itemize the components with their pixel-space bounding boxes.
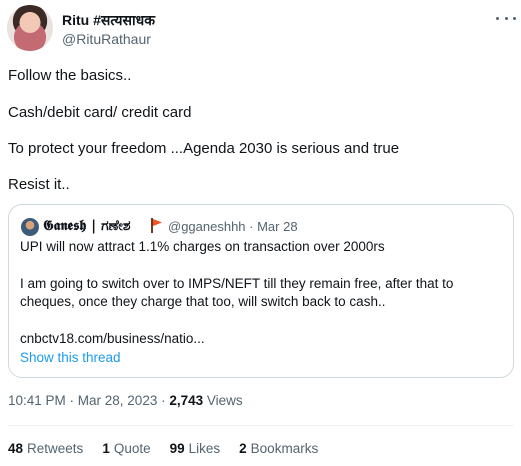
views-label: Views [203, 393, 243, 408]
author-avatar[interactable] [7, 5, 53, 51]
retweets-count: 48 [8, 441, 24, 456]
quoted-tweet[interactable]: 𝕲𝖆𝖓𝖊𝖘𝖍 | ಗಣೇಶ @gganeshhh · Mar 28 UPI wi… [8, 204, 514, 378]
quoted-text-line: I am going to switch over to IMPS/NEFT t… [20, 276, 454, 291]
tweet-meta: 10:41 PM · Mar 28, 2023 · 2,743 Views [8, 393, 243, 408]
show-thread-link[interactable]: Show this thread [20, 350, 121, 365]
retweets-label: Retweets [27, 441, 84, 456]
quoted-text-line: UPI will now attract 1.1% charges on tra… [20, 239, 385, 254]
more-horizontal-icon[interactable] [496, 12, 516, 24]
quoted-link[interactable]: cnbctv18.com/business/natio... [20, 331, 205, 346]
author-name[interactable]: Ritu #सत्यसाधक [62, 11, 155, 30]
quotes-stat[interactable]: 1 Quote [102, 441, 150, 456]
likes-label: Likes [188, 441, 221, 456]
quotes-label: Quote [113, 441, 151, 456]
retweets-stat[interactable]: 48 Retweets [8, 441, 83, 456]
likes-stat[interactable]: 99 Likes [170, 441, 221, 456]
engagement-stats: 48 Retweets 1 Quote 99 Likes 2 Bookmarks [8, 441, 318, 456]
quoted-author-handle-date: @gganeshhh · Mar 28 [168, 219, 298, 234]
views-count: 2,743 [169, 393, 204, 408]
likes-count: 99 [169, 441, 185, 456]
quoted-text-line: cheques, once they charge that too, will… [20, 294, 386, 309]
quotes-count: 1 [102, 441, 110, 456]
divider [8, 425, 514, 426]
bookmarks-stat[interactable]: 2 Bookmarks [239, 441, 318, 456]
tweet: Ritu #सत्यसाधक @RituRathaur Follow the b… [0, 0, 521, 466]
tweet-timestamp[interactable]: 10:41 PM · Mar 28, 2023 · [8, 393, 169, 408]
quoted-author-name: 𝕲𝖆𝖓𝖊𝖘𝖍 | ಗಣೇಶ [43, 218, 131, 234]
author-handle[interactable]: @RituRathaur [62, 31, 151, 47]
tweet-paragraph: Resist it.. [8, 176, 70, 193]
bookmarks-count: 2 [239, 441, 247, 456]
quoted-author-avatar [21, 218, 39, 236]
bookmarks-label: Bookmarks [250, 441, 319, 456]
tweet-paragraph: Follow the basics.. [8, 67, 132, 84]
tweet-paragraph: Cash/debit card/ credit card [8, 104, 192, 121]
tweet-paragraph: To protect your freedom ...Agenda 2030 i… [8, 140, 400, 157]
flag-icon [150, 218, 162, 233]
